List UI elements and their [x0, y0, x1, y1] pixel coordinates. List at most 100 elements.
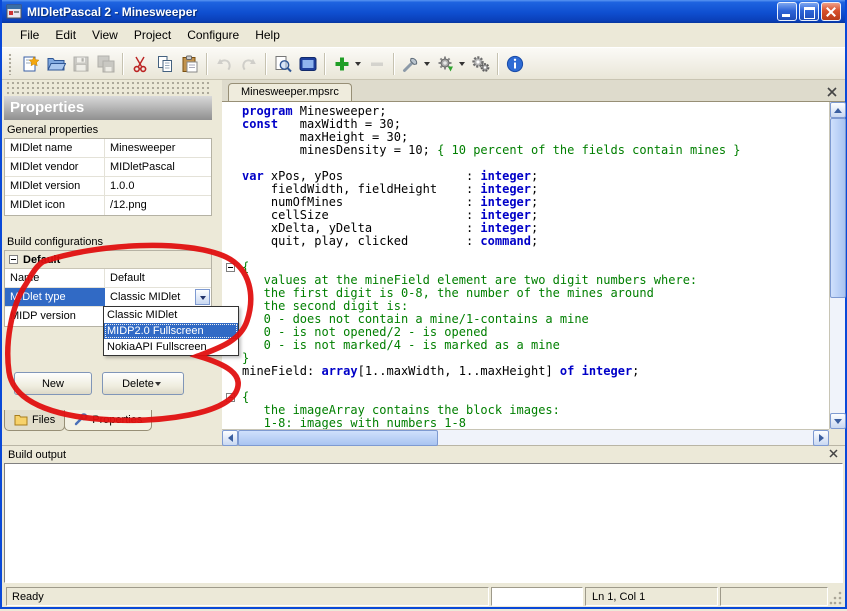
compile-dropdown-icon[interactable] — [459, 62, 465, 66]
dock-grip[interactable] — [6, 82, 210, 96]
table-row[interactable]: MIDlet icon /12.png — [5, 196, 211, 215]
tab-minesweeper-mpsrc[interactable]: Minesweeper.mpsrc — [228, 83, 352, 101]
settings-button[interactable] — [468, 51, 493, 76]
property-value[interactable]: MIDletPascal — [105, 158, 211, 176]
title-bar[interactable]: MIDletPascal 2 - Minesweeper — [2, 0, 845, 23]
property-value[interactable]: 1.0.0 — [105, 177, 211, 195]
fullscreen-button[interactable] — [295, 51, 320, 76]
resize-grip[interactable] — [829, 587, 843, 606]
add-icon — [332, 54, 352, 74]
app-window: MIDletPascal 2 - Minesweeper File Edit V… — [0, 0, 847, 609]
redo-button[interactable] — [236, 51, 261, 76]
close-button[interactable] — [821, 2, 841, 21]
open-folder-icon — [46, 54, 66, 74]
build-output-header: Build output — [2, 445, 845, 463]
paste-button[interactable] — [177, 51, 202, 76]
gear-run-icon — [436, 54, 456, 74]
table-row[interactable]: MIDlet vendor MIDletPascal — [5, 158, 211, 177]
toolbar-separator — [497, 53, 498, 75]
menu-file[interactable]: File — [12, 25, 47, 45]
menu-help[interactable]: Help — [247, 25, 288, 45]
toolbar-separator — [324, 53, 325, 75]
property-label: Name — [5, 269, 105, 287]
build-configurations-label: Build configurations — [2, 232, 214, 250]
table-row[interactable]: MIDlet version 1.0.0 — [5, 177, 211, 196]
add-dropdown-icon[interactable] — [355, 62, 361, 66]
property-value[interactable]: Minesweeper — [105, 139, 211, 157]
scrollbar-corner — [829, 429, 845, 445]
table-row[interactable]: MIDlet type Classic MIDlet — [5, 288, 211, 307]
paste-icon — [180, 54, 200, 74]
about-button[interactable] — [502, 51, 527, 76]
menu-edit[interactable]: Edit — [47, 25, 84, 45]
scroll-left-icon[interactable] — [222, 430, 238, 446]
new-configuration-button[interactable]: New — [14, 372, 92, 395]
delete-configuration-button[interactable]: Delete — [102, 372, 184, 395]
compile-button[interactable] — [433, 51, 458, 76]
delete-dropdown-icon[interactable] — [155, 382, 161, 386]
chevron-down-icon[interactable] — [195, 289, 210, 305]
folder-icon — [14, 413, 28, 426]
cut-button[interactable] — [127, 51, 152, 76]
build-dropdown-icon[interactable] — [424, 62, 430, 66]
vertical-scrollbar[interactable] — [829, 102, 845, 429]
menu-bar: File Edit View Project Configure Help — [2, 23, 845, 48]
menu-configure[interactable]: Configure — [179, 25, 247, 45]
remove-file-button[interactable] — [364, 51, 389, 76]
menu-project[interactable]: Project — [126, 25, 179, 45]
delete-button-label: Delete — [122, 378, 154, 390]
fold-collapse-icon[interactable] — [226, 263, 235, 272]
property-value[interactable]: /12.png — [105, 196, 211, 215]
save-button[interactable] — [68, 51, 93, 76]
property-value[interactable]: Default — [105, 269, 211, 287]
open-project-button[interactable] — [43, 51, 68, 76]
scroll-right-icon[interactable] — [813, 430, 829, 446]
dropdown-option[interactable]: Classic MIDlet — [104, 307, 238, 323]
toolbar-separator — [206, 53, 207, 75]
config-name: Default — [23, 254, 60, 266]
window-title: MIDletPascal 2 - Minesweeper — [27, 5, 775, 19]
tab-files[interactable]: Files — [4, 410, 65, 431]
toolbar-separator — [265, 53, 266, 75]
table-row[interactable]: Name Default — [5, 269, 211, 288]
table-row[interactable]: MIDlet name Minesweeper — [5, 139, 211, 158]
add-file-button[interactable] — [329, 51, 354, 76]
redo-icon — [239, 54, 259, 74]
editor-pane: Minesweeper.mpsrc program Minesweeper;co… — [222, 80, 845, 445]
vertical-scrollbar-thumb[interactable] — [830, 118, 846, 298]
copy-button[interactable] — [152, 51, 177, 76]
gears-icon — [471, 54, 491, 74]
save-all-button[interactable] — [93, 51, 118, 76]
copy-icon — [155, 54, 175, 74]
maximize-button[interactable] — [799, 2, 819, 21]
wrench-icon — [401, 54, 421, 74]
horizontal-scrollbar[interactable] — [222, 429, 829, 445]
build-button[interactable] — [398, 51, 423, 76]
close-editor-icon[interactable] — [826, 85, 838, 97]
property-label: MIDP version — [5, 307, 105, 326]
tab-properties[interactable]: Properties — [64, 410, 152, 431]
scroll-up-icon[interactable] — [830, 102, 846, 118]
wrench-icon — [74, 413, 88, 426]
dropdown-option-selected[interactable]: MIDP2.0 Fullscreen — [104, 323, 238, 339]
fold-collapse-icon[interactable] — [226, 393, 235, 402]
midlet-type-combobox[interactable]: Classic MIDlet — [105, 288, 211, 306]
menu-view[interactable]: View — [84, 25, 126, 45]
code-editor[interactable]: program Minesweeper;const maxWidth = 30;… — [222, 102, 829, 429]
minimize-button[interactable] — [777, 2, 797, 21]
find-button[interactable] — [270, 51, 295, 76]
properties-panel: Properties General properties MIDlet nam… — [2, 80, 214, 445]
save-all-icon — [96, 54, 116, 74]
panel-splitter[interactable] — [214, 80, 222, 445]
new-project-button[interactable] — [18, 51, 43, 76]
undo-button[interactable] — [211, 51, 236, 76]
dropdown-option[interactable]: NokiaAPI Fullscreen — [104, 339, 238, 355]
scroll-down-icon[interactable] — [830, 413, 846, 429]
close-build-output-icon[interactable] — [828, 448, 839, 462]
general-properties-table: MIDlet name Minesweeper MIDlet vendor MI… — [4, 138, 212, 216]
status-bar: Ready Ln 1, Col 1 — [2, 583, 845, 607]
config-default-header[interactable]: Default — [5, 251, 211, 269]
collapse-icon[interactable] — [9, 255, 18, 264]
toolbar-grip[interactable] — [8, 53, 13, 75]
horizontal-scrollbar-thumb[interactable] — [238, 430, 438, 446]
